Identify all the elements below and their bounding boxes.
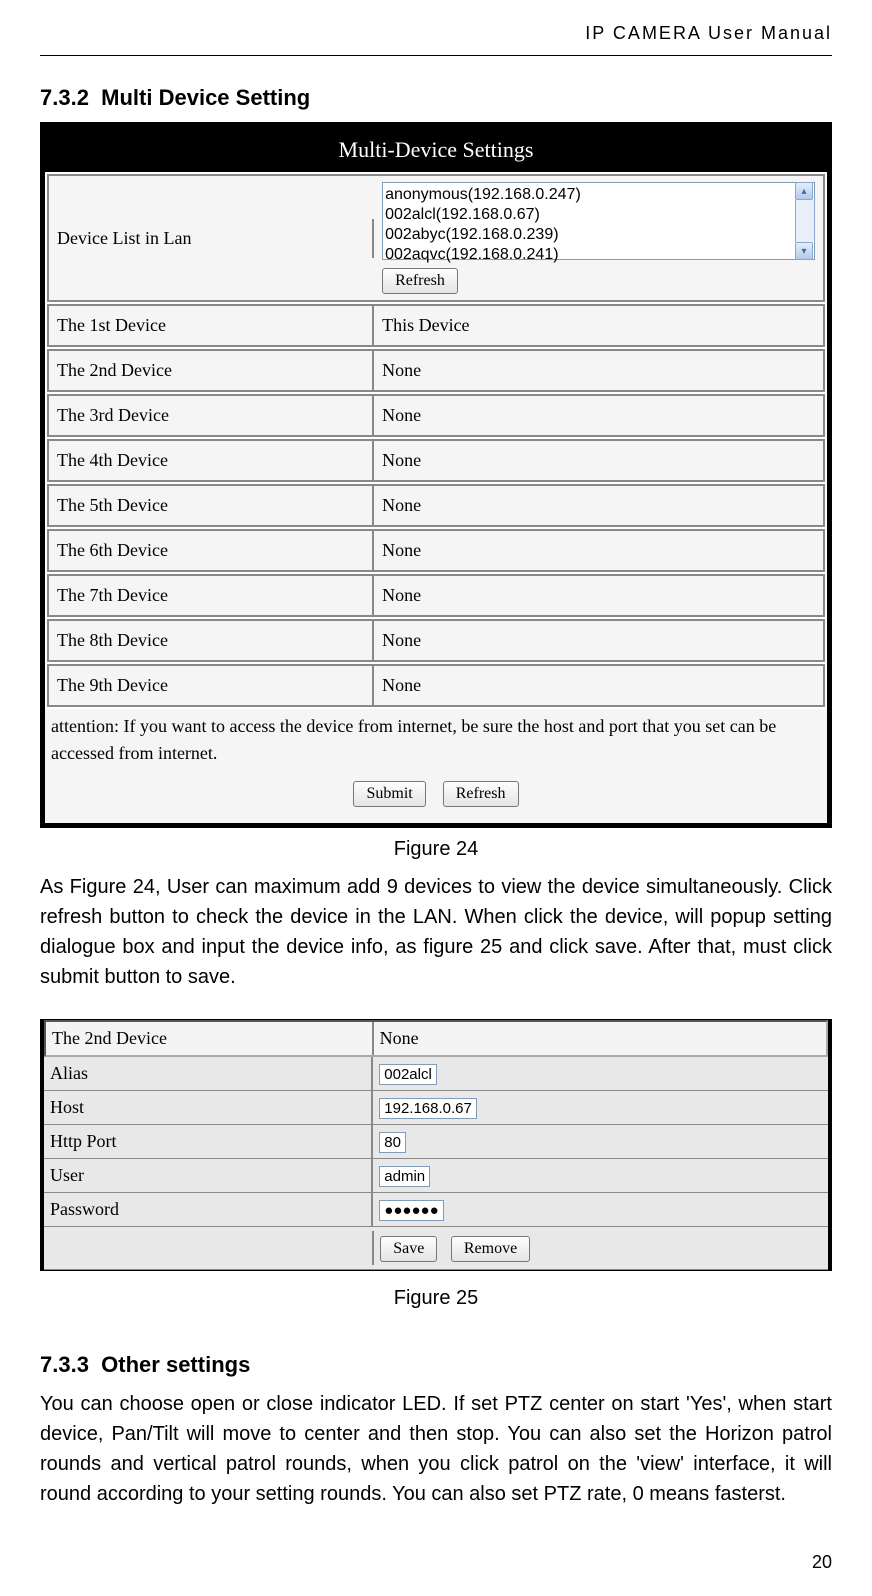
device-label: The 1st Device <box>49 306 374 345</box>
list-item[interactable]: 002abyc(192.168.0.239) <box>385 225 812 245</box>
table-row: The 5th Device None <box>47 484 825 527</box>
figure25-button-row: Save Remove <box>44 1227 828 1270</box>
section-heading-732: 7.3.2 Multi Device Setting <box>40 81 832 114</box>
device-value[interactable]: None <box>374 441 823 480</box>
paragraph-1: As Figure 24, User can maximum add 9 dev… <box>40 872 832 992</box>
attention-text: attention: If you want to access the dev… <box>45 709 827 771</box>
scrollbar[interactable] <box>795 182 815 260</box>
remove-button[interactable]: Remove <box>451 1236 530 1262</box>
alias-row: Alias 002alcl <box>44 1057 828 1091</box>
figure-25-box: The 2nd Device None Alias 002alcl Host 1… <box>40 1019 832 1271</box>
paragraph-2: You can choose open or close indicator L… <box>40 1389 832 1509</box>
httpport-input[interactable]: 80 <box>379 1132 406 1153</box>
figure-24-box: Multi-Device Settings Device List in Lan… <box>40 122 832 828</box>
table-row: The 2nd Device None <box>47 349 825 392</box>
device-value[interactable]: None <box>374 531 823 570</box>
httpport-row: Http Port 80 <box>44 1125 828 1159</box>
device-list-cell: anonymous(192.168.0.247) 002alcl(192.168… <box>374 176 823 300</box>
header-rule <box>40 55 832 56</box>
user-row: User admin <box>44 1159 828 1193</box>
device-label: The 6th Device <box>49 531 374 570</box>
device-value[interactable]: None <box>374 666 823 705</box>
device-label: The 7th Device <box>49 576 374 615</box>
scroll-track[interactable] <box>795 200 815 242</box>
page-number: 20 <box>40 1549 832 1576</box>
section-number: 7.3.2 <box>40 85 89 110</box>
refresh-button[interactable]: Refresh <box>382 268 458 294</box>
device-value[interactable]: None <box>374 351 823 390</box>
device-value[interactable]: This Device <box>374 306 823 345</box>
scroll-down-icon[interactable] <box>795 242 813 260</box>
submit-row: Submit Refresh <box>45 771 827 823</box>
host-label: Host <box>44 1091 373 1124</box>
device-label: The 3rd Device <box>49 396 374 435</box>
device-list-box[interactable]: anonymous(192.168.0.247) 002alcl(192.168… <box>382 182 815 260</box>
host-row: Host 192.168.0.67 <box>44 1091 828 1125</box>
scroll-up-icon[interactable] <box>795 182 813 200</box>
section-heading-733: 7.3.3 Other settings <box>40 1348 832 1381</box>
alias-input[interactable]: 002alcl <box>379 1064 437 1085</box>
device-label: The 4th Device <box>49 441 374 480</box>
password-label: Password <box>44 1193 373 1226</box>
table-row: The 3rd Device None <box>47 394 825 437</box>
host-input[interactable]: 192.168.0.67 <box>379 1098 477 1119</box>
list-item[interactable]: anonymous(192.168.0.247) <box>385 185 812 205</box>
table-row: The 4th Device None <box>47 439 825 482</box>
table-row: The 9th Device None <box>47 664 825 707</box>
section-title-text: Other settings <box>101 1352 250 1377</box>
figure25-header-value: None <box>374 1022 826 1055</box>
password-row: Password ●●●●●● <box>44 1193 828 1227</box>
section-number: 7.3.3 <box>40 1352 89 1377</box>
device-label: The 9th Device <box>49 666 374 705</box>
device-value[interactable]: None <box>374 486 823 525</box>
table-row: The 7th Device None <box>47 574 825 617</box>
device-label: The 2nd Device <box>49 351 374 390</box>
device-value[interactable]: None <box>374 396 823 435</box>
figure-25-caption: Figure 25 <box>40 1283 832 1313</box>
table-row: The 6th Device None <box>47 529 825 572</box>
user-label: User <box>44 1159 373 1192</box>
figure-24-caption: Figure 24 <box>40 834 832 864</box>
httpport-label: Http Port <box>44 1125 373 1158</box>
list-item[interactable]: 002alcl(192.168.0.67) <box>385 205 812 225</box>
table-row: The 8th Device None <box>47 619 825 662</box>
device-label: The 5th Device <box>49 486 374 525</box>
save-button[interactable]: Save <box>380 1236 437 1262</box>
device-value[interactable]: None <box>374 621 823 660</box>
submit-button[interactable]: Submit <box>353 781 425 807</box>
refresh-button-bottom[interactable]: Refresh <box>443 781 519 807</box>
device-label: The 8th Device <box>49 621 374 660</box>
page-header: IP CAMERA User Manual <box>40 20 832 47</box>
device-list-label: Device List in Lan <box>49 219 374 258</box>
password-input[interactable]: ●●●●●● <box>379 1200 443 1221</box>
device-list-row: Device List in Lan anonymous(192.168.0.2… <box>47 174 825 302</box>
figure25-header-row: The 2nd Device None <box>44 1020 828 1057</box>
table-row: The 1st Device This Device <box>47 304 825 347</box>
multi-device-titlebar: Multi-Device Settings <box>45 127 827 172</box>
alias-label: Alias <box>44 1057 373 1090</box>
list-item[interactable]: 002aqvc(192.168.0.241) <box>385 245 812 265</box>
figure25-header-label: The 2nd Device <box>46 1022 374 1055</box>
user-input[interactable]: admin <box>379 1166 430 1187</box>
section-title-text: Multi Device Setting <box>101 85 310 110</box>
device-value[interactable]: None <box>374 576 823 615</box>
